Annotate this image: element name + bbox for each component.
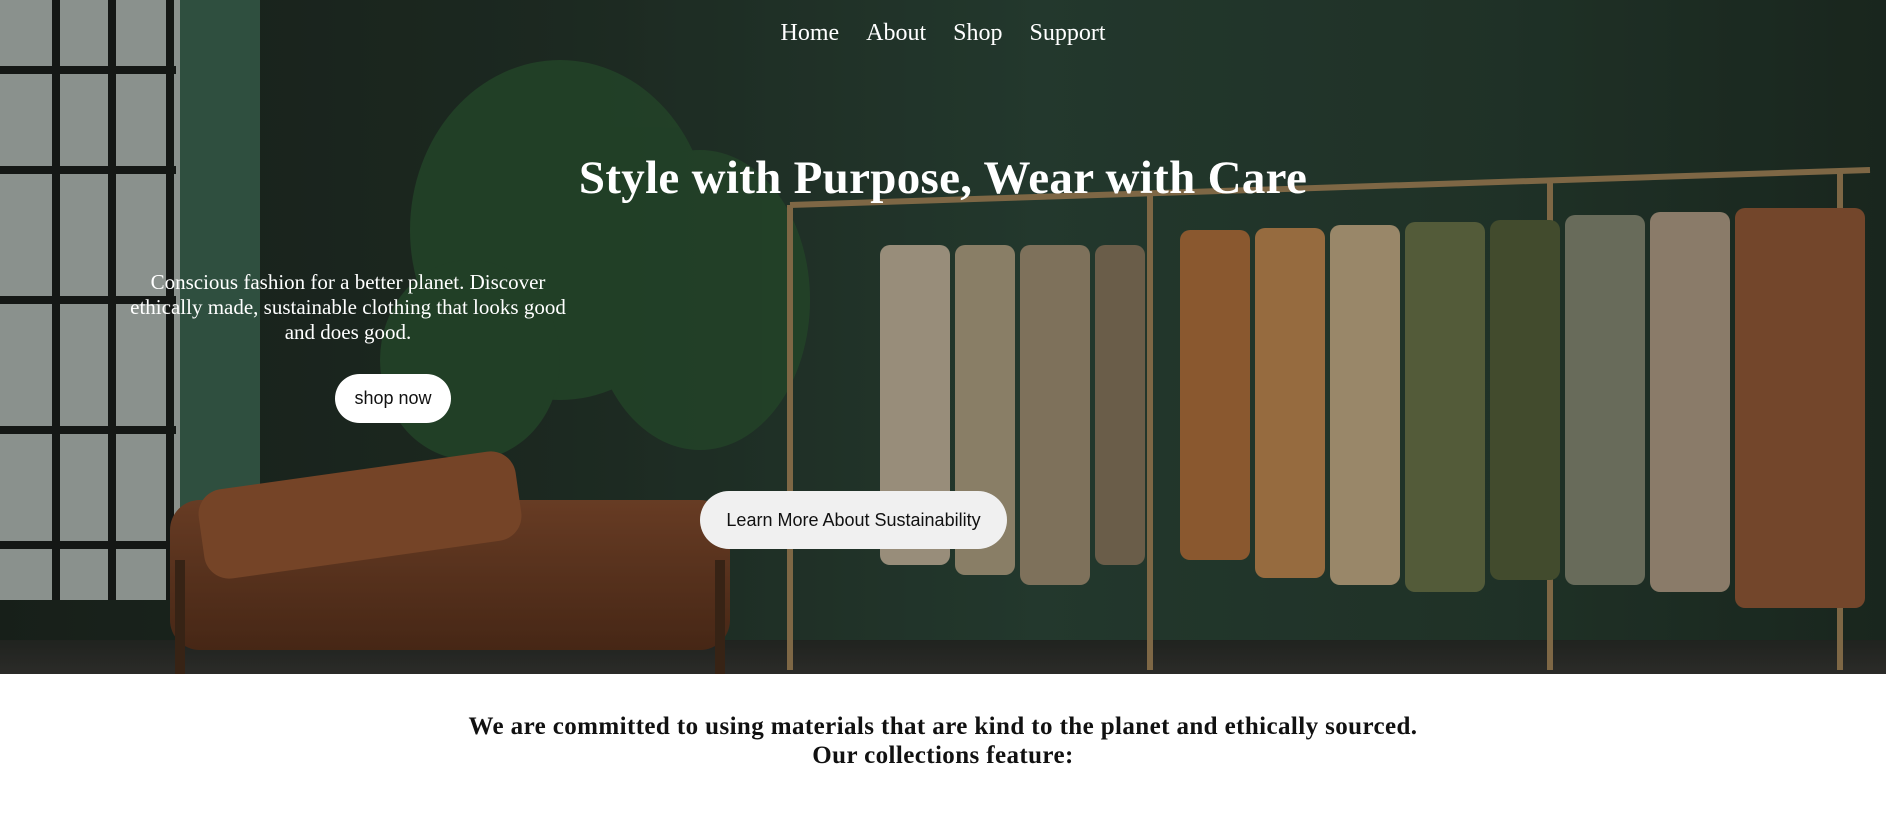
hero-title: Style with Purpose, Wear with Care <box>578 152 1308 204</box>
nav-home-link[interactable]: Home <box>780 17 839 49</box>
nav-support-link[interactable]: Support <box>1030 17 1106 49</box>
hero-section: Home About Shop Support Style with Purpo… <box>0 0 1886 674</box>
commitment-heading: We are committed to using materials that… <box>468 713 1418 769</box>
hero-subtitle: Conscious fashion for a better planet. D… <box>130 270 566 344</box>
shop-now-button[interactable]: shop now <box>335 374 451 423</box>
nav-about-link[interactable]: About <box>866 17 926 49</box>
nav-shop-link[interactable]: Shop <box>953 17 1002 49</box>
main-nav: Home About Shop Support <box>0 17 1886 49</box>
learn-more-button[interactable]: Learn More About Sustainability <box>700 491 1007 549</box>
